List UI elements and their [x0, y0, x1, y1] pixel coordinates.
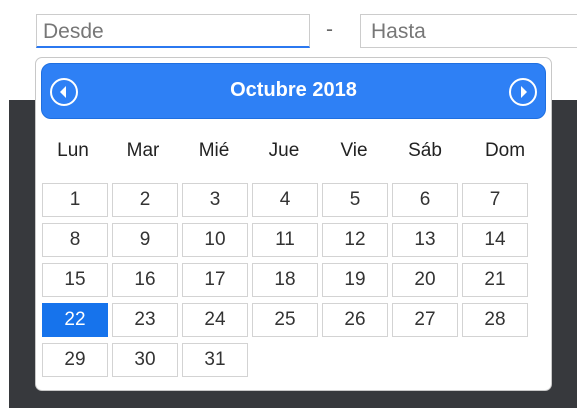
day-cell[interactable]: 5 [322, 183, 388, 217]
day-cell[interactable]: 18 [252, 263, 318, 297]
weekday-label: Jue [268, 140, 300, 161]
day-cell[interactable]: 15 [42, 263, 108, 297]
weekday-label: Lun [57, 140, 89, 161]
day-cell[interactable]: 30 [112, 343, 178, 377]
day-cell[interactable]: 26 [322, 303, 388, 337]
datepicker-popup: Octubre 2018 Lun Mar Mié Jue Vie Sáb Dom 12345… [35, 57, 552, 391]
day-cell[interactable]: 23 [112, 303, 178, 337]
weekday-label: Vie [340, 140, 368, 161]
day-cell[interactable]: 4 [252, 183, 318, 217]
weekday-label: Mar [126, 140, 160, 161]
day-cell[interactable]: 1 [42, 183, 108, 217]
day-cell[interactable]: 8 [42, 223, 108, 257]
calendar-header: Octubre 2018 [41, 63, 546, 119]
month-title: Octubre 2018 [230, 79, 357, 101]
day-cell[interactable]: 21 [462, 263, 528, 297]
day-cell[interactable]: 20 [392, 263, 458, 297]
day-cell[interactable]: 11 [252, 223, 318, 257]
day-cell[interactable]: 24 [182, 303, 248, 337]
day-cell[interactable]: 2 [112, 183, 178, 217]
day-cell[interactable]: 7 [462, 183, 528, 217]
weekday-label: Mié [198, 140, 230, 161]
day-cell[interactable]: 27 [392, 303, 458, 337]
to-date-input[interactable] [360, 14, 577, 48]
next-month-button[interactable] [509, 78, 537, 106]
chevron-right-icon [521, 86, 527, 98]
day-cell[interactable]: 3 [182, 183, 248, 217]
day-cell[interactable]: 16 [112, 263, 178, 297]
day-cell[interactable]: 14 [462, 223, 528, 257]
date-range-page: - Octubre 2018 LunMarMiéJueVieSábDom 123… [0, 0, 577, 408]
weekday-label: Dom [484, 140, 526, 161]
day-cell[interactable]: 13 [392, 223, 458, 257]
day-cell[interactable]: 12 [322, 223, 388, 257]
day-cell[interactable]: 28 [462, 303, 528, 337]
day-cell[interactable]: 29 [42, 343, 108, 377]
day-cell[interactable]: 6 [392, 183, 458, 217]
day-cell[interactable]: 19 [322, 263, 388, 297]
day-cell[interactable]: 9 [112, 223, 178, 257]
from-date-input[interactable] [36, 14, 310, 48]
day-cell[interactable]: 25 [252, 303, 318, 337]
day-cell[interactable]: 31 [182, 343, 248, 377]
range-separator: - [326, 18, 333, 41]
weekday-label: Sáb [408, 140, 442, 161]
day-cell[interactable]: 17 [182, 263, 248, 297]
day-cell-selected[interactable]: 22 [42, 303, 108, 337]
day-cell[interactable]: 10 [182, 223, 248, 257]
